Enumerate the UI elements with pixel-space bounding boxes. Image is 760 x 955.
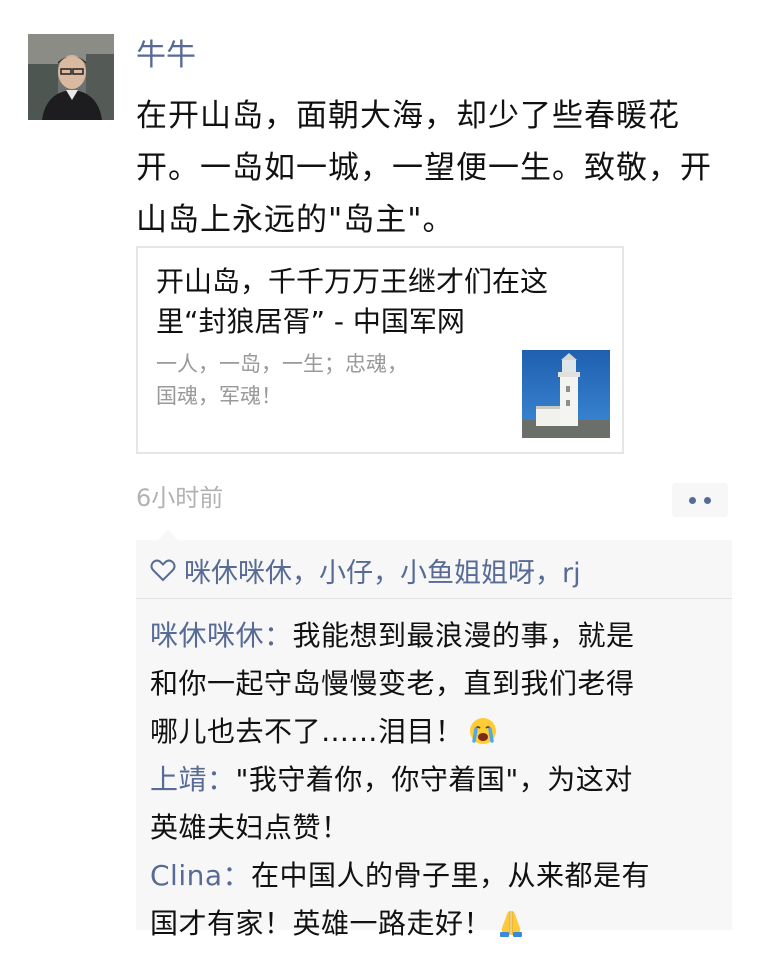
divider	[136, 598, 732, 599]
comment-text: 我能想到最浪漫的事，就是	[292, 619, 635, 652]
likes-row: 咪休咪休，小仔，小鱼姐姐呀，rj	[150, 546, 581, 594]
crying-face-emoji	[469, 718, 496, 744]
link-card-title-line: 里“封狼居胥” - 中国军网	[156, 305, 465, 338]
post-text: 在开山岛，面朝大海，却少了些春暖花 开。一岛如一城，一望便一生。致敬，开 山岛上…	[136, 90, 736, 246]
comment-separator: ：	[207, 763, 236, 796]
avatar-photo	[28, 34, 114, 120]
post-text-line: 山岛上永远的"岛主"。	[136, 202, 455, 238]
shared-link-card[interactable]: 开山岛，千千万万王继才们在这 里“封狼居胥” - 中国军网 一人，一岛，一生；忠…	[136, 246, 624, 454]
more-dots-icon[interactable]	[672, 483, 728, 517]
comment-text: 英雄夫妇点赞！	[150, 811, 350, 844]
comment-author[interactable]: 咪休咪休	[150, 619, 264, 652]
comment-author[interactable]: 上靖	[150, 763, 207, 796]
link-card-description: 一人，一岛，一生；忠魂， 国魂，军魂！	[156, 348, 456, 412]
comment-author[interactable]: Clina	[150, 859, 223, 892]
post-timestamp: 6小时前	[136, 484, 224, 512]
dot	[704, 496, 711, 504]
link-card-desc-line: 一人，一岛，一生；忠魂，	[156, 352, 408, 376]
comment-list: 咪休咪休：我能想到最浪漫的事，就是 和你一起守岛慢慢变老，直到我们老得 哪儿也去…	[150, 612, 730, 948]
post-text-line: 在开山岛，面朝大海，却少了些春暖花	[136, 98, 680, 134]
post-text-line: 开。一岛如一城，一望便一生。致敬，开	[136, 150, 712, 186]
comment-text: 在中国人的骨子里，从来都是有	[251, 859, 651, 892]
lighthouse-thumbnail	[522, 350, 610, 438]
liker-names[interactable]: 咪休咪休，小仔，小鱼姐姐呀，rj	[184, 551, 581, 590]
comment-item[interactable]: Clina：在中国人的骨子里，从来都是有 国才有家！英雄一路走好！	[150, 852, 730, 948]
comment-separator: ：	[222, 859, 252, 892]
comment-text: 哪儿也去不了……泪目！	[150, 715, 464, 748]
likes-comments-panel: 咪休咪休，小仔，小鱼姐姐呀，rj 咪休咪休：我能想到最浪漫的事，就是 和你一起守…	[136, 530, 732, 940]
comment-text: "我守着你，你守着国"，为这对	[235, 763, 633, 796]
link-card-desc-line: 国魂，军魂！	[156, 384, 282, 408]
link-card-title-line: 开山岛，千千万万王继才们在这	[156, 265, 549, 298]
comment-item[interactable]: 上靖："我守着你，你守着国"，为这对 英雄夫妇点赞！	[150, 756, 730, 852]
dot	[689, 496, 696, 504]
comment-text: 和你一起守岛慢慢变老，直到我们老得	[150, 667, 635, 700]
comment-separator: ：	[264, 619, 293, 652]
post-author-name[interactable]: 牛牛	[136, 34, 196, 78]
comment-item[interactable]: 咪休咪休：我能想到最浪漫的事，就是 和你一起守岛慢慢变老，直到我们老得 哪儿也去…	[150, 612, 730, 756]
folded-hands-emoji	[500, 911, 523, 937]
heart-outline-icon	[150, 559, 176, 582]
avatar[interactable]	[28, 34, 114, 120]
comment-text: 国才有家！英雄一路走好！	[150, 907, 493, 940]
link-card-title: 开山岛，千千万万王继才们在这 里“封狼居胥” - 中国军网	[156, 262, 626, 342]
